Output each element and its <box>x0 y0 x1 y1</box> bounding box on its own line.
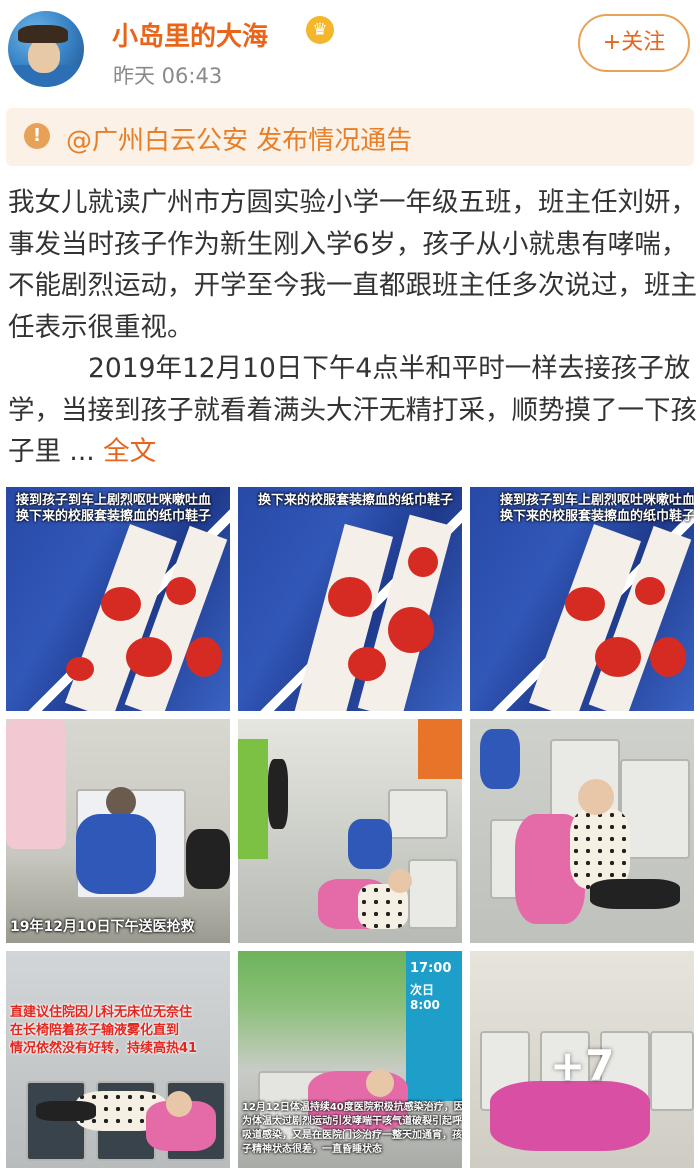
photo-4-caption: 19年12月10日下午送医抢救 <box>10 919 195 935</box>
warning-icon: ! <box>24 123 50 149</box>
shape <box>366 1069 394 1097</box>
shape <box>6 719 66 849</box>
notice-text[interactable]: @广州白云公安 发布情况通告 <box>66 120 412 157</box>
photo-8-caption-4: 子精神状态很差，一直昏睡状态 <box>242 1144 382 1155</box>
shape <box>578 779 614 815</box>
shape <box>106 787 136 817</box>
shape <box>490 1081 650 1151</box>
photo-8[interactable]: 17:00 次日8:00 12月12日体温持续40度医院积极抗感染治疗，因 为体… <box>238 951 462 1168</box>
shape <box>480 729 520 789</box>
crown-icon: ♛ <box>306 16 334 44</box>
photo-7-caption-3: 情况依然没有好转，持续高热41 <box>10 1041 198 1056</box>
shape <box>650 1031 694 1111</box>
shape <box>570 809 630 889</box>
photo-1[interactable]: 接到孩子到车上剧烈呕吐咪嗽吐血 换下来的校服套装擦血的纸巾鞋子 <box>6 487 230 711</box>
photo-4[interactable]: 19年12月10日下午送医抢救 <box>6 719 230 943</box>
shape <box>620 759 690 859</box>
shape <box>166 1091 192 1117</box>
shape <box>348 647 386 681</box>
read-more-link[interactable]: 全文 <box>103 436 156 467</box>
photo-2-caption: 换下来的校服套装擦血的纸巾鞋子 <box>258 493 454 508</box>
photo-5[interactable] <box>238 719 462 943</box>
shape <box>328 577 372 617</box>
shape <box>238 739 268 859</box>
info-board-time-1: 17:00 <box>410 961 452 976</box>
photo-1-caption-2: 换下来的校服套装擦血的纸巾鞋子 <box>16 509 212 524</box>
photo-1-caption-1: 接到孩子到车上剧烈呕吐咪嗽吐血 <box>16 493 212 508</box>
avatar-hat <box>18 25 68 43</box>
follow-button[interactable]: +关注 <box>578 14 690 72</box>
photo-7[interactable]: 直建议住院因儿科无床位无奈住 在长椅陪着孩子输液雾化直到 情况依然没有好转，持续… <box>6 951 230 1168</box>
post-header: 小岛里的大海 ♛ 昨天 06:43 +关注 <box>0 0 700 100</box>
shape <box>595 637 641 677</box>
photo-8-caption-1: 12月12日体温持续40度医院积极抗感染治疗，因 <box>242 1102 462 1113</box>
shape <box>590 879 680 909</box>
info-board: 17:00 次日8:00 <box>406 951 462 1101</box>
post-paragraph-1: 我女儿就读广州市方圆实验小学一年级五班，班主任刘妍，事发当时孩子作为新生刚入学6… <box>8 187 697 343</box>
shape <box>186 829 230 889</box>
photo-3-caption-1: 接到孩子到车上剧烈呕吐咪嗽吐血 <box>500 493 694 508</box>
photo-grid: 接到孩子到车上剧烈呕吐咪嗽吐血 换下来的校服套装擦血的纸巾鞋子 换下来的校服套装… <box>6 487 694 1168</box>
photo-7-caption-2: 在长椅陪着孩子输液雾化直到 <box>10 1023 180 1038</box>
photo-9[interactable]: +7 <box>470 951 694 1168</box>
photo-3[interactable]: 接到孩子到车上剧烈呕吐咪嗽吐血 换下来的校服套装擦血的纸巾鞋子 <box>470 487 694 711</box>
shape <box>565 587 605 621</box>
photo-2[interactable]: 换下来的校服套装擦血的纸巾鞋子 <box>238 487 462 711</box>
shape <box>166 577 196 605</box>
shape <box>418 719 462 779</box>
shape <box>126 637 172 677</box>
post-timestamp: 昨天 06:43 <box>113 64 223 88</box>
post-body: 我女儿就读广州市方圆实验小学一年级五班，班主任刘妍，事发当时孩子作为新生刚入学6… <box>8 182 698 473</box>
photo-8-caption-3: 吸道感染，又是在医院门诊治疗一整天加通宵，孩 <box>242 1130 462 1141</box>
more-photos-count[interactable]: +7 <box>550 1041 614 1090</box>
shape <box>36 1101 96 1121</box>
photo-8-caption-2: 为体温太过剧烈运动引发哮喘干咳气道破裂引起呼 <box>242 1116 462 1127</box>
shape <box>268 759 288 829</box>
shape <box>348 819 392 869</box>
photo-3-caption-2: 换下来的校服套装擦血的纸巾鞋子 <box>500 509 694 524</box>
shape <box>408 547 438 577</box>
shape <box>101 587 141 621</box>
notice-banner[interactable]: ! @广州白云公安 发布情况通告 <box>6 108 694 166</box>
post-paragraph-2: 2019年12月10日下午4点半和平时一样去接孩子放学，当接到孩子就看着满头大汗… <box>8 348 698 473</box>
info-board-time-2: 次日8:00 <box>410 983 440 1012</box>
avatar-face <box>28 39 60 73</box>
shape <box>186 637 222 677</box>
shape <box>388 607 434 653</box>
shape <box>635 577 665 605</box>
photo-7-caption-1: 直建议住院因儿科无床位无奈住 <box>10 1005 193 1020</box>
shape <box>650 637 686 677</box>
photo-6[interactable] <box>470 719 694 943</box>
shape <box>388 789 448 839</box>
username[interactable]: 小岛里的大海 <box>112 16 268 53</box>
shape <box>76 814 156 894</box>
shape <box>388 869 412 893</box>
avatar[interactable] <box>8 11 84 87</box>
shape <box>66 657 94 681</box>
shape <box>408 859 458 929</box>
